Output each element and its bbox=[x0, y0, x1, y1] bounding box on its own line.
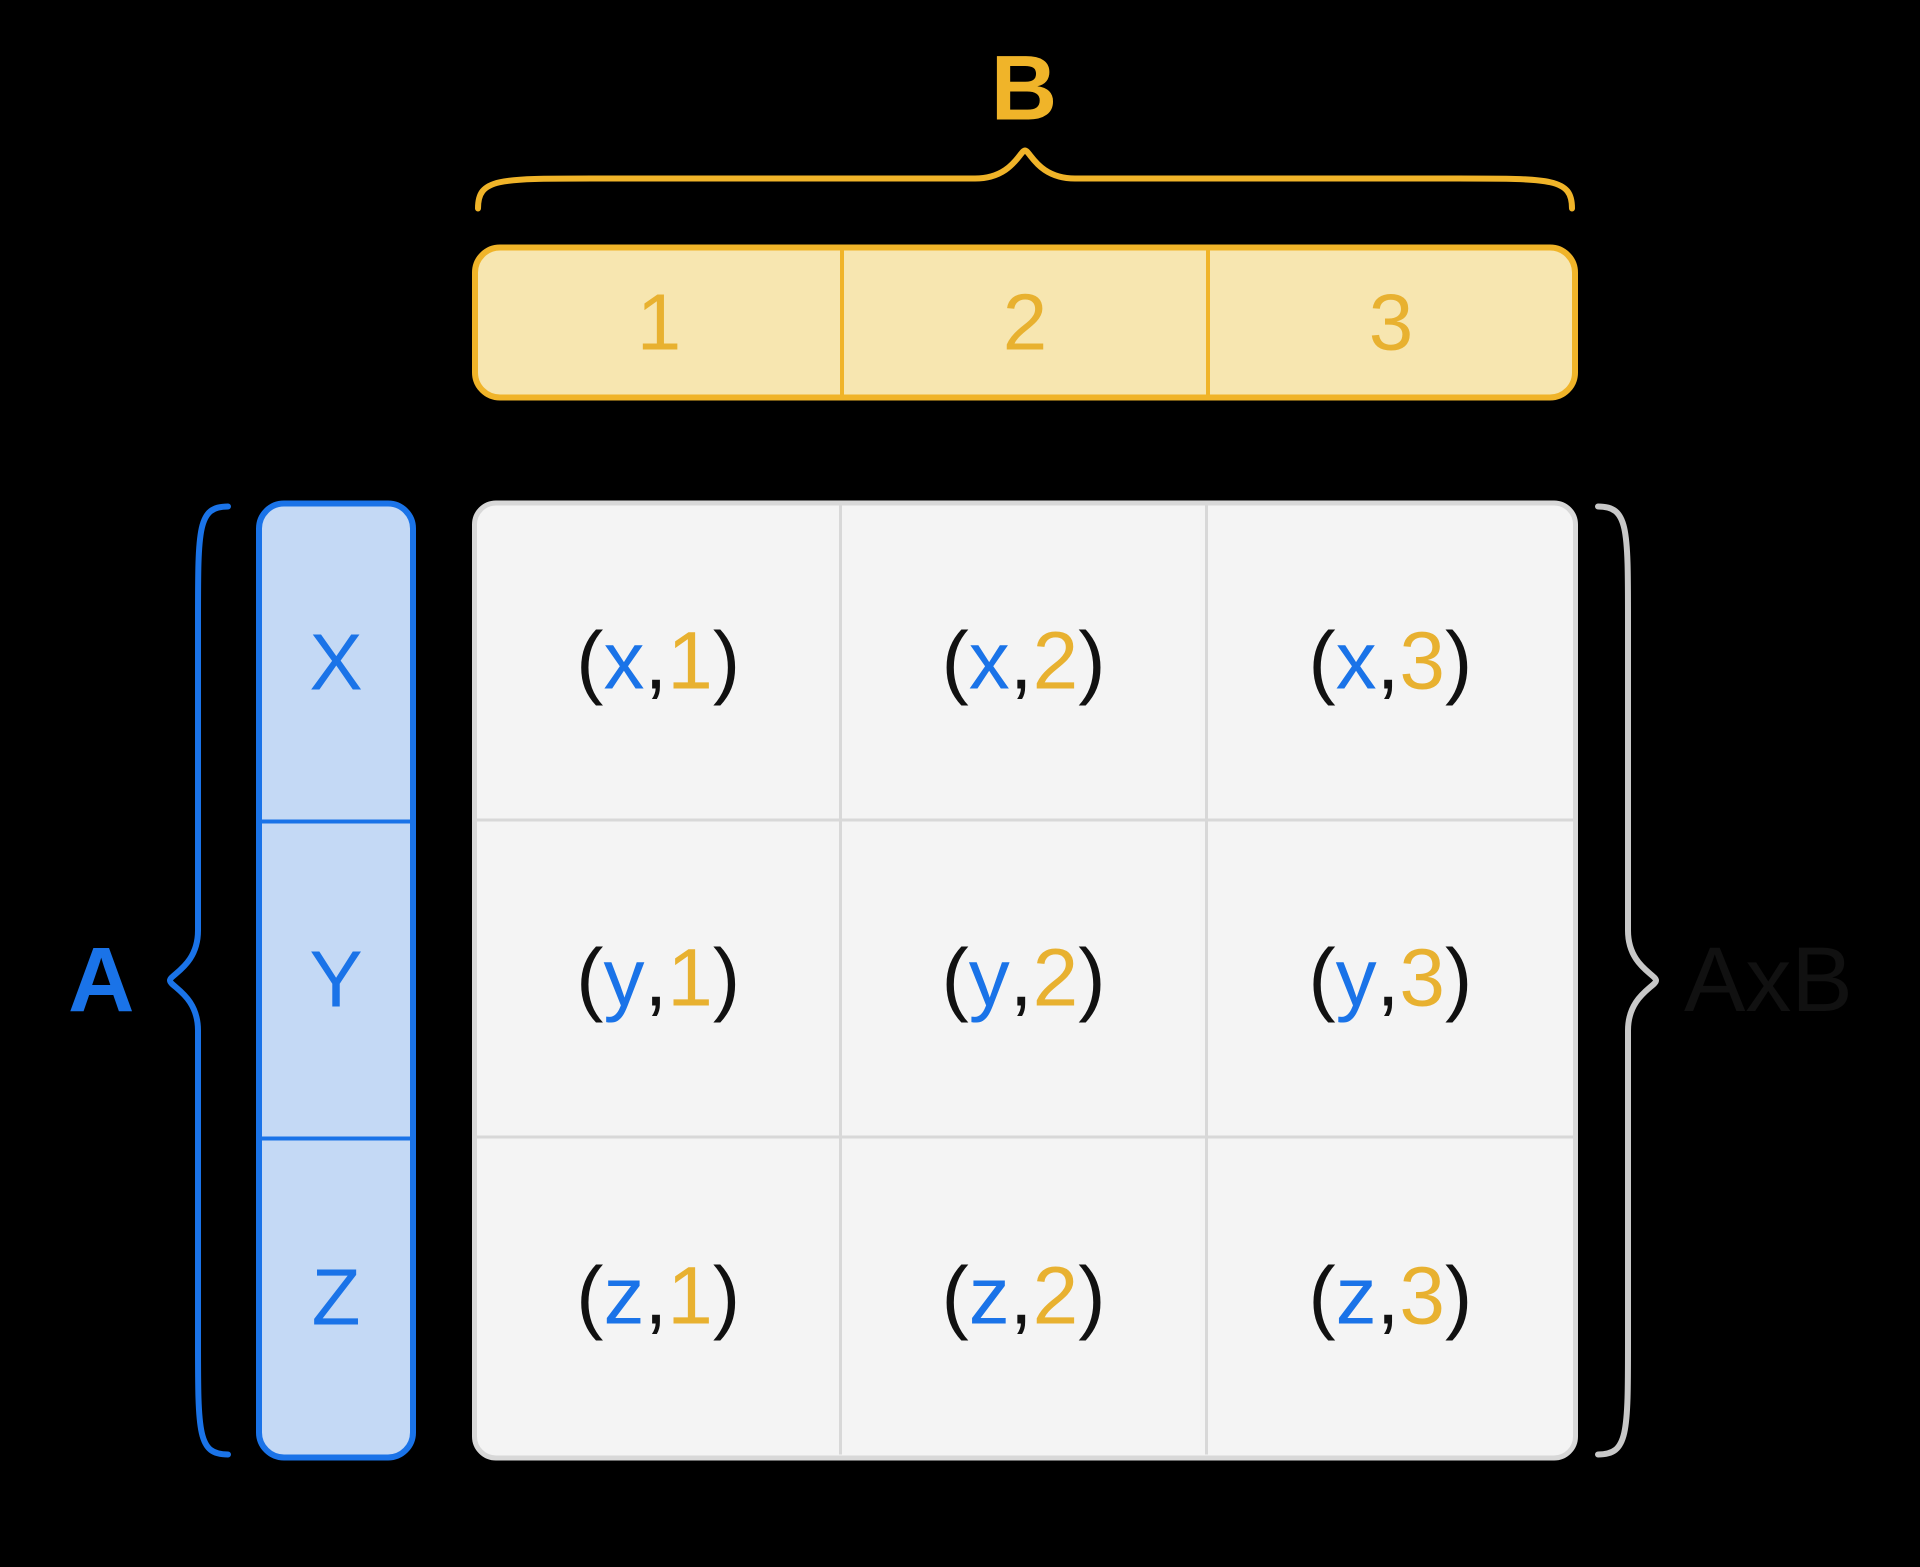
axb-label: AxB bbox=[1684, 928, 1853, 1033]
set-a-item-z: Z bbox=[262, 1137, 410, 1454]
brace-a-icon bbox=[164, 500, 234, 1460]
pair-cell: (x,2) bbox=[842, 505, 1207, 822]
pair-cell: (z,1) bbox=[477, 1138, 842, 1455]
pair-cell: (y,3) bbox=[1208, 822, 1573, 1139]
set-a-item-x: X bbox=[262, 506, 410, 819]
diagram-stage: B 1 2 3 A X Y Z (x,1) (x,2) (x,3) (y,1) … bbox=[0, 0, 1920, 1567]
brace-b-icon bbox=[472, 144, 1578, 214]
brace-axb-icon bbox=[1592, 500, 1662, 1460]
set-b-row: 1 2 3 bbox=[472, 244, 1578, 400]
set-b-label: B bbox=[991, 36, 1057, 141]
pair-cell: (x,3) bbox=[1208, 505, 1573, 822]
product-grid: (x,1) (x,2) (x,3) (y,1) (y,2) (y,3) (z,1… bbox=[472, 500, 1578, 1460]
set-b-item-1: 1 bbox=[478, 250, 840, 394]
set-b-item-3: 3 bbox=[1206, 250, 1572, 394]
pair-cell: (y,1) bbox=[477, 822, 842, 1139]
pair-cell: (z,3) bbox=[1208, 1138, 1573, 1455]
pair-cell: (y,2) bbox=[842, 822, 1207, 1139]
set-a-item-y: Y bbox=[262, 819, 410, 1136]
pair-cell: (x,1) bbox=[477, 505, 842, 822]
set-a-label: A bbox=[68, 928, 134, 1033]
set-a-column: X Y Z bbox=[256, 500, 416, 1460]
set-b-item-2: 2 bbox=[840, 250, 1206, 394]
pair-cell: (z,2) bbox=[842, 1138, 1207, 1455]
